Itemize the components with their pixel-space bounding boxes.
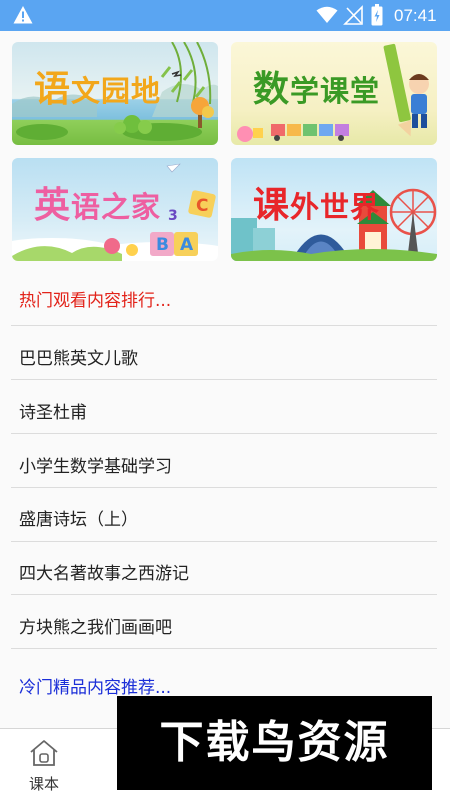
home-icon [30, 740, 58, 766]
svg-text:B: B [156, 235, 169, 255]
divider [11, 648, 437, 649]
list-item[interactable]: 四大名著故事之西游记 [19, 559, 189, 584]
no-signal-icon [343, 5, 363, 25]
wifi-icon [316, 6, 338, 23]
divider [11, 379, 437, 380]
divider [11, 541, 437, 542]
status-clock: 07:41 [394, 6, 437, 25]
list-item[interactable]: 小学生数学基础学习 [19, 452, 172, 477]
tile-math-class[interactable]: 数学课堂 [231, 42, 437, 145]
svg-text:3: 3 [168, 208, 178, 224]
watermark-logo: 下载鸟资源 [117, 696, 432, 790]
tile-chinese-garden[interactable]: 语文园地 [12, 42, 218, 145]
tile-english-label: 英语之家 [34, 185, 162, 226]
svg-text:A: A [180, 235, 194, 255]
warning-icon [13, 6, 33, 24]
svg-text:C: C [196, 196, 208, 216]
tile-english-home[interactable]: C A B 3 英语之家 [12, 158, 218, 261]
watermark-text: 下载鸟资源 [159, 717, 390, 768]
divider [11, 433, 437, 434]
tile-math-label: 数学课堂 [253, 69, 381, 110]
tile-extracurricular-label: 课外世界 [253, 185, 381, 226]
list-item[interactable]: 巴巴熊英文儿歌 [19, 344, 138, 369]
divider [11, 594, 437, 595]
battery-charging-icon [371, 4, 383, 26]
divider [11, 487, 437, 488]
hot-section-title[interactable]: 热门观看内容排行... [19, 286, 171, 311]
list-item[interactable]: 方块熊之我们画画吧 [19, 613, 172, 638]
nav-textbook[interactable]: 课本 [20, 739, 68, 795]
nav-textbook-label: 课本 [28, 775, 59, 793]
list-item[interactable]: 盛唐诗坛（上） [19, 505, 138, 530]
tile-chinese-label: 语文园地 [34, 69, 162, 110]
main-content: 语文园地 数学课堂 C A B 3 英语之家 课外世界 热门观看内容排行... … [0, 31, 450, 728]
list-item[interactable]: 诗圣杜甫 [19, 398, 87, 423]
tile-extracurricular-world[interactable]: 课外世界 [231, 158, 437, 261]
cold-section-title[interactable]: 冷门精品内容推荐... [19, 673, 171, 698]
divider [11, 325, 437, 326]
status-bar: 07:41 [0, 0, 450, 31]
